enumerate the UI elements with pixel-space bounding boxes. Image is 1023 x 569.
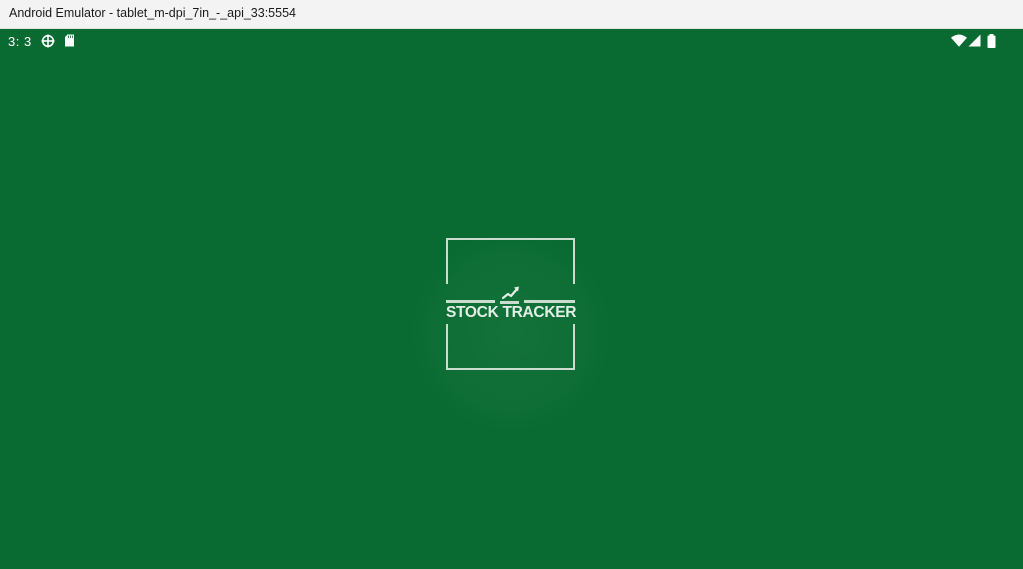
- cell-signal-icon: [968, 34, 981, 47]
- crosshair-icon: [41, 34, 55, 48]
- window-title: Android Emulator - tablet_m-dpi_7in_-_ap…: [9, 6, 296, 20]
- sd-card-icon: [65, 34, 74, 47]
- logo-divider-left: [446, 300, 495, 303]
- trend-up-icon: [502, 286, 519, 300]
- wifi-icon: [951, 34, 967, 47]
- status-time: 3: 3: [8, 34, 32, 49]
- logo-frame-top: [446, 238, 575, 284]
- emulator-window-titlebar[interactable]: Android Emulator - tablet_m-dpi_7in_-_ap…: [0, 0, 1023, 29]
- logo-text: STOCK TRACKER: [446, 304, 577, 321]
- battery-icon: [987, 34, 996, 48]
- logo-divider-right: [524, 300, 575, 303]
- status-bar: 3: 3: [0, 29, 1023, 53]
- logo-frame-bottom: [446, 324, 575, 370]
